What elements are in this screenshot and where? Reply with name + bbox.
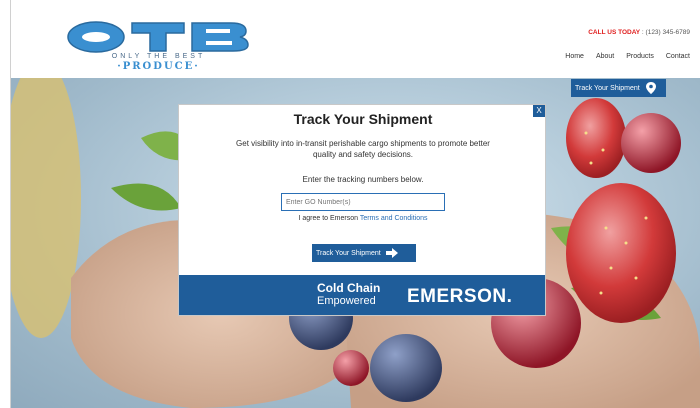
track-shipment-button[interactable]: Track Your Shipment xyxy=(312,244,416,262)
terms-agreement: I agree to Emerson Terms and Conditions xyxy=(179,215,547,222)
track-shipment-modal: X Track Your Shipment Get visibility int… xyxy=(178,104,546,316)
call-us-label: CALL US TODAY xyxy=(588,29,641,36)
main-nav: Home About Products Contact xyxy=(565,53,690,60)
modal-footer-banner: Cold Chain Empowered EMERSON. xyxy=(179,275,545,315)
empowered-text: Empowered xyxy=(317,295,376,307)
track-button-label: Track Your Shipment xyxy=(316,249,381,257)
modal-instructions: Enter the tracking numbers below. xyxy=(302,175,424,184)
nav-contact[interactable]: Contact xyxy=(666,53,690,60)
nav-about[interactable]: About xyxy=(596,53,614,60)
logo-produce: ·PRODUCE· xyxy=(117,61,200,72)
cold-chain-text: Cold Chain xyxy=(317,281,381,295)
modal-title: Track Your Shipment xyxy=(293,111,433,127)
terms-link[interactable]: Terms and Conditions xyxy=(360,215,428,222)
nav-products[interactable]: Products xyxy=(626,53,654,60)
site-header: ONLY THE BEST ·PRODUCE· CALL US TODAY : … xyxy=(11,0,700,78)
go-number-input[interactable] xyxy=(281,193,445,211)
modal-description: Get visibility into in-transit perishabl… xyxy=(236,139,490,159)
call-us-number[interactable]: : (123) 345-6789 xyxy=(640,29,690,36)
logo-otb-wordmark xyxy=(67,21,249,53)
arrow-right-icon xyxy=(385,248,398,258)
map-pin-icon xyxy=(645,82,656,94)
agree-text: I agree to Emerson xyxy=(298,215,360,222)
emerson-logo: EMERSON. xyxy=(407,286,513,307)
call-us: CALL US TODAY : (123) 345-6789 xyxy=(588,29,690,36)
track-shipment-tab[interactable]: Track Your Shipment xyxy=(571,79,666,97)
logo-tagline: ONLY THE BEST xyxy=(111,53,206,60)
site-logo[interactable]: ONLY THE BEST ·PRODUCE· xyxy=(66,20,251,72)
track-tab-label: Track Your Shipment xyxy=(575,84,640,92)
nav-home[interactable]: Home xyxy=(565,53,584,60)
